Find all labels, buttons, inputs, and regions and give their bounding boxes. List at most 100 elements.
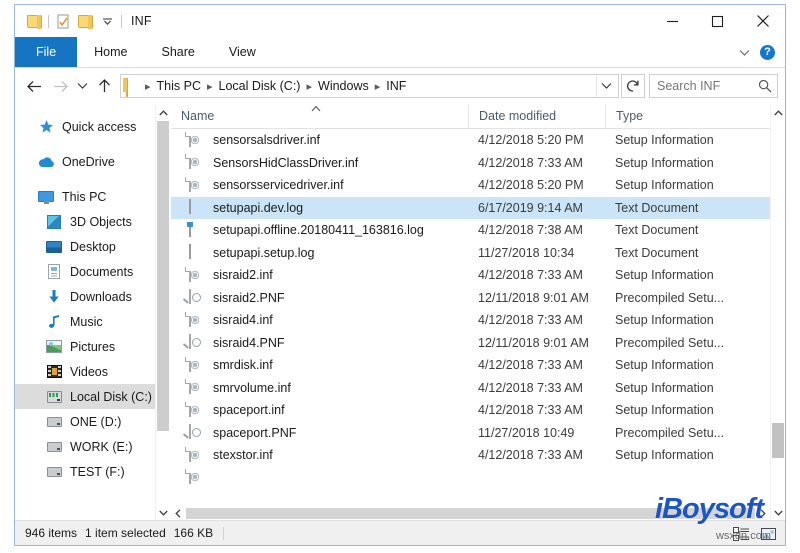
tab-share[interactable]: Share (145, 37, 212, 67)
table-row[interactable]: setupapi.offline.20180411_163816.log 4/1… (171, 219, 770, 242)
sidebar-item-downloads[interactable]: Downloads (15, 284, 170, 309)
file-name-cell[interactable]: sisraid2.PNF (171, 289, 468, 306)
file-name-cell[interactable]: setupapi.setup.log (171, 244, 468, 261)
file-name-cell[interactable]: sisraid2.inf (171, 266, 468, 284)
file-name-cell[interactable]: stexstor.inf (171, 446, 468, 464)
table-row[interactable]: setupapi.setup.log 11/27/2018 10:34 Text… (171, 242, 770, 265)
column-header-type[interactable]: Type (605, 105, 755, 128)
hscroll-right-button[interactable] (756, 506, 770, 520)
text-file-new-icon (187, 221, 205, 239)
column-header-date-modified[interactable]: Date modified (468, 105, 605, 128)
file-name-cell[interactable]: sensorsservicedriver.inf (171, 176, 468, 194)
sidebar-scroll-down-button[interactable] (156, 505, 170, 520)
tab-view[interactable]: View (212, 37, 273, 67)
customize-dropdown-icon[interactable] (96, 10, 118, 32)
file-name-cell[interactable]: smrdisk.inf (171, 356, 468, 374)
navigation-list: Quick access OneDrive This PC 3D Objects… (15, 105, 170, 484)
search-input[interactable]: Search INF (649, 74, 778, 98)
sidebar-item-documents[interactable]: Documents (15, 259, 170, 284)
table-row[interactable]: sensorsalsdriver.inf 4/12/2018 5:20 PM S… (171, 129, 770, 152)
table-row[interactable]: spaceport.PNF 11/27/2018 10:49 Precompil… (171, 422, 770, 445)
file-name-cell[interactable]: spaceport.inf (171, 401, 468, 419)
breadcrumb-item-inf[interactable]: INF (381, 79, 411, 93)
table-row[interactable]: spaceport.inf 4/12/2018 7:33 AM Setup In… (171, 399, 770, 422)
hscroll-thumb[interactable] (186, 508, 755, 519)
list-scroll-up-button[interactable] (771, 105, 785, 120)
file-name-cell[interactable]: setupapi.offline.20180411_163816.log (171, 221, 468, 239)
table-row[interactable]: sisraid2.PNF 12/11/2018 9:01 AM Precompi… (171, 287, 770, 310)
sidebar-item-one-d[interactable]: ONE (D:) (15, 409, 170, 434)
table-row[interactable]: smrdisk.inf 4/12/2018 7:33 AM Setup Info… (171, 354, 770, 377)
file-type-cell: Setup Information (615, 358, 714, 373)
toolbar-divider-2 (121, 14, 122, 28)
table-row[interactable]: smrvolume.inf 4/12/2018 7:33 AM Setup In… (171, 377, 770, 400)
new-folder-icon[interactable] (74, 10, 96, 32)
sidebar-gap-2 (15, 174, 170, 184)
folder-icon[interactable] (23, 10, 45, 32)
table-row[interactable]: SensorsHidClassDriver.inf 4/12/2018 7:33… (171, 152, 770, 175)
file-name-cell[interactable]: sensorsalsdriver.inf (171, 131, 468, 149)
minimize-icon[interactable] (650, 5, 695, 37)
sidebar-item-work-e[interactable]: WORK (E:) (15, 434, 170, 459)
breadcrumb-chevron-1[interactable]: ▸ (206, 80, 214, 93)
path-dropdown-icon[interactable] (596, 75, 616, 97)
file-name-cell[interactable]: spaceport.PNF (171, 424, 468, 441)
help-icon[interactable]: ? (760, 45, 775, 60)
tab-home[interactable]: Home (77, 37, 144, 67)
refresh-icon[interactable] (621, 74, 645, 98)
list-scroll-thumb[interactable] (772, 423, 784, 458)
file-name-cell[interactable]: setupapi.dev.log (171, 199, 468, 216)
hscroll-left-button[interactable] (171, 506, 185, 520)
sidebar-scrollbar[interactable] (155, 105, 170, 520)
list-scroll-down-button[interactable] (771, 505, 785, 520)
sidebar-item-3d-objects[interactable]: 3D Objects (15, 209, 170, 234)
sidebar-item-quick-access[interactable]: Quick access (15, 114, 170, 139)
sidebar-item-onedrive[interactable]: OneDrive (15, 149, 170, 174)
file-name-cell[interactable] (171, 469, 468, 486)
pnf-file-icon (189, 334, 205, 351)
breadcrumb-item-local-disk[interactable]: Local Disk (C:) (214, 79, 306, 93)
drive-icon (45, 464, 63, 480)
file-list-vertical-scrollbar[interactable] (770, 105, 785, 520)
back-button[interactable] (21, 73, 47, 99)
up-button[interactable] (91, 73, 117, 99)
table-row[interactable]: sisraid2.inf 4/12/2018 7:33 AM Setup Inf… (171, 264, 770, 287)
sidebar-item-local-disk-c[interactable]: Local Disk (C:) (15, 384, 170, 409)
sidebar-item-music[interactable]: Music (15, 309, 170, 334)
sidebar-scroll-thumb[interactable] (157, 121, 169, 431)
table-row-partial[interactable] (171, 467, 770, 490)
file-name-cell[interactable]: SensorsHidClassDriver.inf (171, 154, 468, 171)
table-row[interactable]: sisraid4.PNF 12/11/2018 9:01 AM Precompi… (171, 332, 770, 355)
sidebar-item-pictures[interactable]: Pictures (15, 334, 170, 359)
sidebar-item-videos[interactable]: Videos (15, 359, 170, 384)
close-icon[interactable] (740, 5, 785, 37)
table-row-selected[interactable]: setupapi.dev.log 6/17/2019 9:14 AM Text … (171, 196, 770, 219)
file-name-cell[interactable]: sisraid4.PNF (171, 334, 468, 351)
table-row[interactable]: sisraid4.inf 4/12/2018 7:33 AM Setup Inf… (171, 309, 770, 332)
file-name-cell[interactable]: smrvolume.inf (171, 379, 468, 396)
breadcrumb-chevron-3[interactable]: ▸ (374, 80, 382, 93)
breadcrumb[interactable]: ▸ This PC ▸ Local Disk (C:) ▸ Windows ▸ … (120, 74, 619, 98)
sidebar-item-test-f[interactable]: TEST (F:) (15, 459, 170, 484)
tab-file[interactable]: File (15, 37, 78, 67)
file-name-cell[interactable]: sisraid4.inf (171, 311, 468, 329)
column-header-name[interactable]: Name (171, 105, 468, 128)
file-date-cell: 12/11/2018 9:01 AM (478, 290, 589, 305)
properties-icon[interactable] (52, 10, 74, 32)
file-type-cell: Precompiled Setu... (615, 425, 725, 440)
collapse-ribbon-icon[interactable] (739, 44, 750, 62)
breadcrumb-chevron-2[interactable]: ▸ (305, 80, 313, 93)
search-placeholder: Search INF (657, 79, 721, 93)
table-row[interactable]: sensorsservicedriver.inf 4/12/2018 5:20 … (171, 174, 770, 197)
maximize-icon[interactable] (695, 5, 740, 37)
sidebar-scroll-up-button[interactable] (156, 105, 170, 120)
sidebar-item-this-pc[interactable]: This PC (15, 184, 170, 209)
file-list-horizontal-scrollbar[interactable] (171, 506, 770, 520)
table-row[interactable]: stexstor.inf 4/12/2018 7:33 AM Setup Inf… (171, 444, 770, 467)
forward-button[interactable] (47, 73, 73, 99)
breadcrumb-item-this-pc[interactable]: This PC (152, 79, 206, 93)
sidebar-item-label: Videos (70, 364, 108, 379)
sidebar-item-desktop[interactable]: Desktop (15, 234, 170, 259)
recent-locations-button[interactable] (73, 73, 91, 99)
breadcrumb-item-windows[interactable]: Windows (313, 79, 374, 93)
